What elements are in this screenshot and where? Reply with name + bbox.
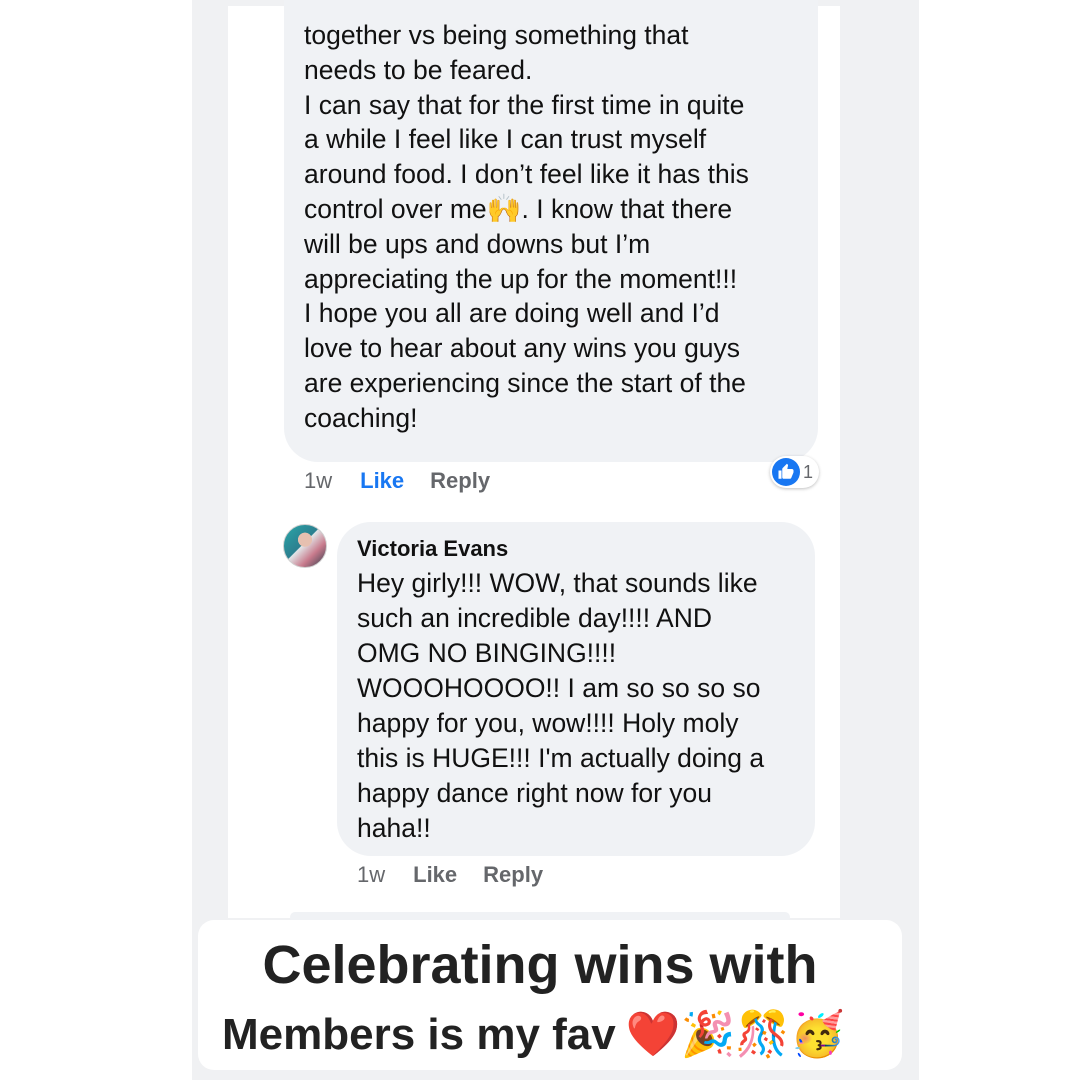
- reply-timestamp: 1w: [357, 862, 386, 887]
- avatar[interactable]: [283, 524, 327, 568]
- caption-title: Celebrating wins with: [262, 935, 818, 995]
- comment-timestamp: 1w: [304, 468, 333, 493]
- comment-bubble: together vs being something that needs t…: [284, 0, 818, 462]
- thumbs-up-icon: [772, 458, 800, 486]
- comment-text: together vs being something that needs t…: [304, 18, 804, 436]
- comment-author[interactable]: Victoria Evans: [357, 536, 508, 562]
- comment-text-part2: . I know that there will be ups and down…: [304, 193, 746, 433]
- raising-hands-emoji-icon: 🙌: [486, 192, 522, 224]
- celebration-emoji-icon: ❤️🎉🎊🥳: [625, 1010, 845, 1059]
- reply-button[interactable]: Reply: [430, 468, 490, 493]
- reaction-summary[interactable]: 1: [770, 456, 820, 488]
- left-margin: [0, 0, 192, 1080]
- reply-text: Hey girly!!! WOW, that sounds like such …: [357, 568, 765, 843]
- reply-bubble: Victoria Evans Hey girly!!! WOW, that so…: [337, 522, 815, 856]
- reaction-count: 1: [803, 461, 814, 482]
- caption-subtitle-text: Members is my fav: [222, 1010, 616, 1059]
- reply-actions: 1w Like Reply: [357, 862, 543, 888]
- reply-like-button[interactable]: Like: [413, 862, 457, 887]
- caption-subtitle: Members is my fav ❤️🎉🎊🥳: [222, 1008, 845, 1060]
- like-button[interactable]: Like: [360, 468, 404, 493]
- comment-actions: 1w Like Reply: [304, 468, 490, 494]
- reply-reply-button[interactable]: Reply: [483, 862, 543, 887]
